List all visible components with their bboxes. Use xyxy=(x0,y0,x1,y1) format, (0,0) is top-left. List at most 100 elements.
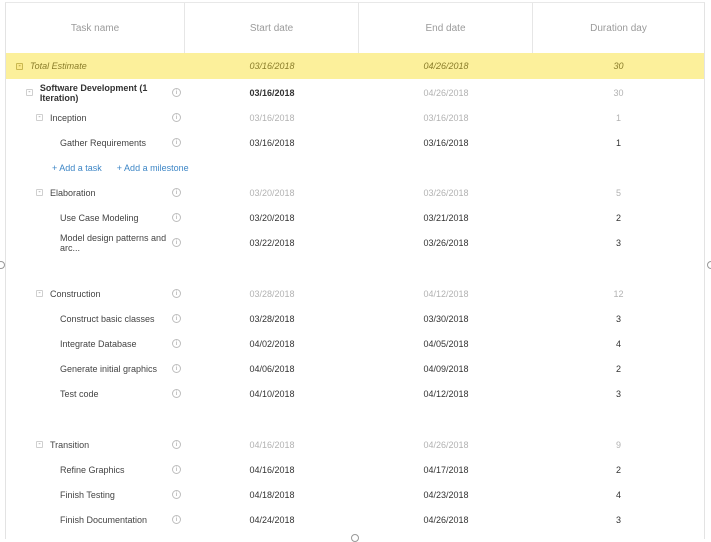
start-date-cell: 04/06/2018 xyxy=(185,356,359,381)
task-name-cell: Integrate Database i xyxy=(6,331,185,356)
duration-cell: 2 xyxy=(533,457,704,482)
add-row[interactable]: + Add a task + Add a milestone xyxy=(6,155,704,180)
column-header-task-name[interactable]: Task name xyxy=(6,3,185,53)
duration-value: 12 xyxy=(613,288,624,299)
task-name-cell: - Software Development (1 Iteration) i xyxy=(6,80,185,105)
table-row[interactable]: - Construction i 03/28/2018 04/12/2018 12 xyxy=(6,281,704,306)
info-icon[interactable]: i xyxy=(172,440,181,449)
duration-cell: 30 xyxy=(533,80,704,105)
column-header-start-date[interactable]: Start date xyxy=(185,3,359,53)
info-icon[interactable]: i xyxy=(172,289,181,298)
info-icon[interactable]: i xyxy=(172,339,181,348)
end-date: 03/26/2018 xyxy=(423,237,469,248)
task-label: Model design patterns and arc... xyxy=(60,232,167,253)
table-row[interactable]: Refine Graphics i 04/16/2018 04/17/2018 2 xyxy=(6,457,704,482)
right-resize-handle[interactable] xyxy=(707,261,711,269)
table-row[interactable]: Integrate Database i 04/02/2018 04/05/2018 4 xyxy=(6,331,704,356)
task-label: Use Case Modeling xyxy=(60,212,139,223)
info-icon[interactable]: i xyxy=(172,490,181,499)
start-date-cell: 04/16/2018 xyxy=(185,432,359,457)
start-date: 03/16/2018 xyxy=(249,137,295,148)
add-milestone-link[interactable]: + Add a milestone xyxy=(117,163,189,173)
table-row[interactable]: - Total Estimate 03/16/2018 04/26/2018 30 xyxy=(6,53,704,79)
task-name-cell: Model design patterns and arc... i xyxy=(6,230,185,255)
duration-value: 5 xyxy=(615,187,621,198)
collapse-toggle-icon[interactable]: - xyxy=(36,290,43,297)
info-icon[interactable]: i xyxy=(172,238,181,247)
start-date: 04/16/2018 xyxy=(249,464,295,475)
collapse-toggle-icon[interactable]: - xyxy=(36,189,43,196)
duration-value: 30 xyxy=(613,61,624,71)
table-row[interactable]: - Inception i 03/16/2018 03/16/2018 1 xyxy=(6,105,704,130)
end-date-cell: 03/30/2018 xyxy=(359,306,533,331)
collapse-toggle-icon[interactable]: - xyxy=(36,441,43,448)
duration-value: 4 xyxy=(615,338,621,349)
end-date-cell: 03/26/2018 xyxy=(359,180,533,205)
collapse-toggle-icon[interactable]: - xyxy=(16,62,23,70)
start-date: 04/18/2018 xyxy=(249,489,295,500)
start-date: 03/28/2018 xyxy=(249,313,295,324)
table-row[interactable]: Finish Documentation i 04/24/2018 04/26/201… xyxy=(6,507,704,532)
table-row[interactable]: Gather Requirements i 03/16/2018 03/16/2018… xyxy=(6,130,704,155)
info-icon[interactable]: i xyxy=(172,138,181,147)
collapse-toggle-icon[interactable]: - xyxy=(36,114,43,121)
end-date-cell: 04/26/2018 xyxy=(359,80,533,105)
info-icon[interactable]: i xyxy=(172,314,181,323)
task-name-cell: Generate initial graphics i xyxy=(6,356,185,381)
end-date: 04/23/2018 xyxy=(423,489,469,500)
info-icon[interactable]: i xyxy=(172,364,181,373)
info-icon[interactable]: i xyxy=(172,389,181,398)
table-row[interactable]: Use Case Modeling i 03/20/2018 03/21/2018 2 xyxy=(6,205,704,230)
start-date: 03/22/2018 xyxy=(249,237,295,248)
info-icon[interactable]: i xyxy=(172,88,181,97)
gantt-grid: Task name Start date End date Duration d… xyxy=(5,2,705,539)
start-date-cell: 03/16/2018 xyxy=(185,53,359,79)
table-row[interactable]: - Transition i 04/16/2018 04/26/2018 9 xyxy=(6,432,704,457)
column-header-end-date[interactable]: End date xyxy=(359,3,533,53)
info-icon[interactable]: i xyxy=(172,113,181,122)
table-row[interactable]: Generate initial graphics i 04/06/2018 04/0… xyxy=(6,356,704,381)
start-date: 04/10/2018 xyxy=(249,388,295,399)
end-date: 04/12/2018 xyxy=(423,388,469,399)
info-icon[interactable]: i xyxy=(172,515,181,524)
end-date-cell: 04/26/2018 xyxy=(359,53,533,79)
info-icon[interactable]: i xyxy=(172,213,181,222)
duration-value: 2 xyxy=(615,464,621,475)
start-date-cell: 04/18/2018 xyxy=(185,482,359,507)
duration-cell: 4 xyxy=(533,482,704,507)
end-date-cell: 04/12/2018 xyxy=(359,381,533,406)
start-date: 03/20/2018 xyxy=(249,212,295,223)
task-name-cell: Construct basic classes i xyxy=(6,306,185,331)
task-name-cell: + Add a task + Add a milestone xyxy=(6,155,306,180)
add-task-link[interactable]: + Add a task xyxy=(52,163,102,173)
duration-value: 9 xyxy=(615,439,621,450)
task-label: Integrate Database xyxy=(60,338,137,349)
start-date: 03/16/2018 xyxy=(249,87,295,98)
task-label: Inception xyxy=(50,112,87,123)
table-row[interactable]: - Software Development (1 Iteration) i 03/1… xyxy=(6,80,704,105)
duration-cell: 3 xyxy=(533,381,704,406)
duration-value: 2 xyxy=(615,363,621,374)
duration-value: 1 xyxy=(615,137,621,148)
task-label: Construct basic classes xyxy=(60,313,155,324)
duration-cell: 9 xyxy=(533,432,704,457)
start-date: 03/28/2018 xyxy=(249,288,295,299)
table-row[interactable]: - Elaboration i 03/20/2018 03/26/2018 5 xyxy=(6,180,704,205)
table-row[interactable]: Construct basic classes i 03/28/2018 03/30/… xyxy=(6,306,704,331)
table-row[interactable]: Model design patterns and arc... i 03/22/2… xyxy=(6,230,704,255)
bottom-resize-handle[interactable] xyxy=(351,534,359,542)
end-date: 04/09/2018 xyxy=(423,363,469,374)
end-date-cell: 03/16/2018 xyxy=(359,105,533,130)
duration-cell: 5 xyxy=(533,180,704,205)
task-name-cell: Refine Graphics i xyxy=(6,457,185,482)
column-header-duration[interactable]: Duration day xyxy=(533,3,704,53)
start-date: 03/16/2018 xyxy=(249,61,295,71)
end-date-cell: 04/05/2018 xyxy=(359,331,533,356)
table-row[interactable]: Test code i 04/10/2018 04/12/2018 3 xyxy=(6,381,704,406)
info-icon[interactable]: i xyxy=(172,188,181,197)
task-name-cell: - Construction i xyxy=(6,281,185,306)
table-row[interactable]: Finish Testing i 04/18/2018 04/23/2018 4 xyxy=(6,482,704,507)
info-icon[interactable]: i xyxy=(172,465,181,474)
start-date-cell: 03/16/2018 xyxy=(185,105,359,130)
collapse-toggle-icon[interactable]: - xyxy=(26,89,33,96)
